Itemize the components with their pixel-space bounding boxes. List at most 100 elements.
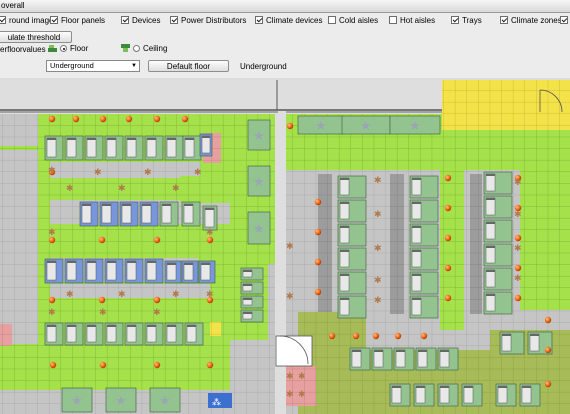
rack-icon[interactable] bbox=[44, 322, 64, 346]
climate-orb-icon[interactable] bbox=[444, 234, 452, 242]
rack-icon[interactable] bbox=[409, 199, 439, 223]
rack-icon[interactable] bbox=[139, 201, 159, 227]
rack-icon[interactable] bbox=[104, 135, 124, 161]
star-icon[interactable]: ★ bbox=[341, 115, 391, 135]
layer-climate-devices-toggle[interactable]: Climate devices bbox=[255, 14, 322, 26]
fan-icon[interactable]: ✱ bbox=[94, 168, 102, 178]
rack-icon[interactable] bbox=[64, 322, 84, 346]
layer-background-image-toggle[interactable]: round image bbox=[0, 14, 53, 26]
rack-icon[interactable] bbox=[371, 347, 393, 371]
rack-icon[interactable] bbox=[240, 267, 264, 281]
rack-icon[interactable] bbox=[84, 322, 104, 346]
climate-orb-icon[interactable] bbox=[544, 346, 552, 354]
rack-icon[interactable] bbox=[164, 135, 184, 161]
rack-icon[interactable] bbox=[240, 281, 264, 295]
rack-icon[interactable] bbox=[202, 205, 218, 231]
climate-orb-icon[interactable] bbox=[206, 361, 214, 369]
fan-icon[interactable]: ✱ bbox=[66, 290, 74, 300]
checkbox-climate-devices[interactable] bbox=[255, 16, 263, 24]
fan-icon[interactable]: ✱ bbox=[153, 308, 161, 318]
fan-icon[interactable]: ✱ bbox=[514, 244, 522, 254]
climate-orb-icon[interactable] bbox=[49, 361, 57, 369]
layer-extra-toggle[interactable] bbox=[560, 14, 568, 26]
climate-orb-icon[interactable] bbox=[286, 122, 294, 130]
climate-orb-icon[interactable] bbox=[444, 264, 452, 272]
climate-orb-icon[interactable] bbox=[98, 296, 106, 304]
fan-icon[interactable]: ✱ bbox=[298, 372, 306, 382]
rack-icon[interactable] bbox=[393, 347, 415, 371]
fan-icon[interactable]: ✱ bbox=[48, 228, 56, 238]
fan-icon[interactable]: ✱ bbox=[99, 308, 107, 318]
rack-icon[interactable] bbox=[119, 201, 139, 227]
rack-icon[interactable] bbox=[64, 135, 84, 161]
rack-icon[interactable] bbox=[483, 171, 513, 195]
layer-floor-panels-toggle[interactable]: Floor panels bbox=[50, 14, 105, 26]
rack-icon[interactable] bbox=[483, 219, 513, 243]
fan-icon[interactable]: ✱ bbox=[514, 274, 522, 284]
rack-icon[interactable] bbox=[337, 199, 367, 223]
climate-orb-icon[interactable] bbox=[444, 294, 452, 302]
fan-icon[interactable]: ✱ bbox=[66, 184, 74, 194]
rack-icon[interactable] bbox=[240, 295, 264, 309]
rack-icon[interactable] bbox=[409, 295, 439, 319]
rack-icon[interactable] bbox=[84, 135, 104, 161]
layer-power-distributors-toggle[interactable]: Power Distributors bbox=[170, 14, 246, 26]
star-icon[interactable]: ★ bbox=[149, 387, 181, 413]
rack-icon[interactable] bbox=[337, 271, 367, 295]
fan-icon[interactable]: ✱ bbox=[374, 176, 382, 186]
rack-icon[interactable] bbox=[437, 347, 459, 371]
star-icon[interactable]: ★ bbox=[247, 165, 271, 197]
rack-icon[interactable] bbox=[164, 260, 182, 284]
fan-icon[interactable]: ✱ bbox=[514, 210, 522, 220]
rack-icon[interactable] bbox=[437, 383, 459, 407]
climate-orb-icon[interactable] bbox=[444, 174, 452, 182]
default-floor-button[interactable]: Default floor bbox=[148, 60, 229, 72]
rack-icon[interactable] bbox=[184, 322, 204, 346]
fan-icon[interactable]: ✱ bbox=[118, 290, 126, 300]
layer-devices-toggle[interactable]: Devices bbox=[121, 14, 160, 26]
rack-icon[interactable] bbox=[461, 383, 483, 407]
climate-orb-icon[interactable] bbox=[444, 204, 452, 212]
climate-orb-icon[interactable] bbox=[181, 115, 189, 123]
layer-hot-aisles-toggle[interactable]: Hot aisles bbox=[389, 14, 435, 26]
floor-option[interactable]: Floor bbox=[48, 44, 88, 53]
rack-icon[interactable] bbox=[182, 135, 202, 161]
rack-icon[interactable] bbox=[413, 383, 435, 407]
checkbox-extra[interactable] bbox=[560, 16, 568, 24]
climate-orb-icon[interactable] bbox=[372, 332, 380, 340]
rack-icon[interactable] bbox=[483, 195, 513, 219]
climate-orb-icon[interactable] bbox=[420, 332, 428, 340]
rack-icon[interactable] bbox=[99, 201, 119, 227]
climate-orb-icon[interactable] bbox=[48, 296, 56, 304]
rack-icon[interactable] bbox=[337, 247, 367, 271]
layer-climate-zones-toggle[interactable]: Climate zones bbox=[500, 14, 562, 26]
climate-orb-icon[interactable] bbox=[314, 258, 322, 266]
fan-icon[interactable]: ✱ bbox=[374, 210, 382, 220]
climate-orb-icon[interactable] bbox=[153, 296, 161, 304]
rack-icon[interactable] bbox=[198, 260, 216, 284]
rack-icon[interactable] bbox=[124, 322, 144, 346]
ceiling-radio[interactable] bbox=[133, 45, 140, 52]
fan-icon[interactable]: ✱ bbox=[374, 276, 382, 286]
fan-icon[interactable]: ✱ bbox=[514, 178, 522, 188]
climate-orb-icon[interactable] bbox=[98, 236, 106, 244]
star-icon[interactable]: ★ bbox=[389, 115, 441, 135]
fan-icon[interactable]: ✱ bbox=[286, 292, 294, 302]
rack-icon[interactable] bbox=[337, 175, 367, 199]
rack-icon[interactable] bbox=[409, 223, 439, 247]
fan-icon[interactable]: ✱ bbox=[298, 390, 306, 400]
rack-icon[interactable] bbox=[79, 201, 99, 227]
rack-icon[interactable] bbox=[415, 347, 437, 371]
climate-orb-icon[interactable] bbox=[514, 234, 522, 242]
rack-icon[interactable] bbox=[349, 347, 371, 371]
rack-icon[interactable] bbox=[164, 322, 184, 346]
rack-icon[interactable] bbox=[199, 133, 213, 157]
rack-icon[interactable] bbox=[409, 247, 439, 271]
climate-orb-icon[interactable] bbox=[99, 361, 107, 369]
rack-icon[interactable] bbox=[44, 135, 64, 161]
rack-icon[interactable] bbox=[44, 258, 64, 284]
climate-orb-icon[interactable] bbox=[394, 332, 402, 340]
fan-icon[interactable]: ✱ bbox=[194, 168, 202, 178]
rack-icon[interactable] bbox=[144, 322, 164, 346]
climate-orb-icon[interactable] bbox=[544, 380, 552, 388]
